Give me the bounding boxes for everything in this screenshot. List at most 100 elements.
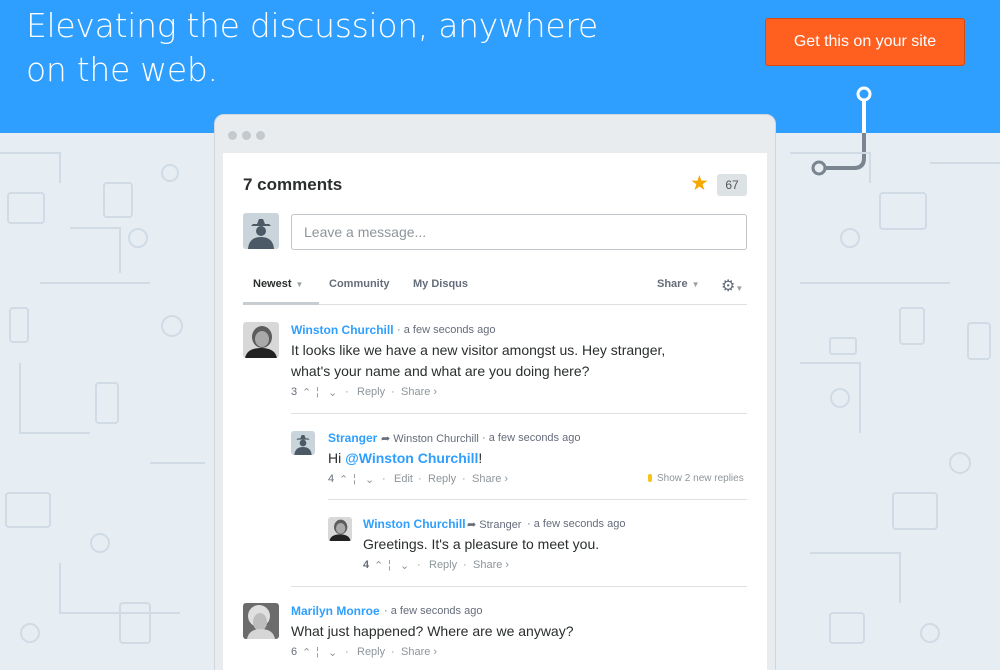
reply-link[interactable]: Reply [429, 559, 457, 571]
message-input[interactable] [291, 214, 747, 250]
divider [328, 499, 747, 500]
share-link[interactable]: Share › [401, 386, 437, 398]
avatar[interactable] [243, 603, 279, 639]
vote-divider: ¦ [353, 473, 356, 485]
vote-count: 6 [291, 646, 298, 658]
chevron-down-icon: ▼ [735, 284, 744, 293]
comment-footer: 4 ⌃ ¦ ⌄ · Edit · Reply · Share › [328, 473, 628, 487]
vote-divider: ¦ [316, 386, 319, 398]
dot-separator: · [382, 473, 386, 485]
dot-separator: · [345, 646, 349, 658]
reply-link[interactable]: Reply [428, 473, 456, 485]
dot-separator: · [463, 559, 467, 571]
vote-count: 4 [328, 473, 335, 485]
comment-time: a few seconds ago [403, 324, 496, 336]
chevron-down-icon: ▼ [691, 280, 700, 289]
avatar[interactable] [291, 431, 315, 455]
chevron-down-icon: ▼ [295, 280, 304, 289]
comment-author[interactable]: Stranger [328, 431, 377, 445]
comment: Stranger ➦ Winston Churchill · a few sec… [328, 431, 747, 491]
reply-arrow-icon: ➦ [467, 519, 477, 531]
comment-footer: 6 ⌃ ¦ ⌄ · Reply · Share › [291, 646, 591, 660]
tab-my-disqus[interactable]: My Disqus [413, 278, 468, 290]
share-link[interactable]: Share › [473, 559, 509, 571]
share-menu[interactable]: Share ▼ [657, 278, 700, 290]
sort-tabs: Newest ▼ Community My Disqus Share ▼ ⚙▼ [243, 271, 747, 305]
comment: Winston Churchill ➦ Stranger · a few sec… [363, 517, 747, 577]
avatar[interactable] [243, 322, 279, 358]
share-link[interactable]: Share › [472, 473, 508, 485]
comment-timestamp[interactable]: · a few seconds ago [397, 324, 495, 336]
comment-footer: 4 ⌃ ¦ ⌄ · Reply · Share › [363, 559, 663, 573]
share-label: Share [657, 278, 688, 290]
upvote-icon[interactable]: ⌃ [339, 473, 348, 486]
dot-separator: · [391, 386, 395, 398]
edit-link[interactable]: Edit [394, 473, 413, 485]
downvote-icon[interactable]: ⌄ [400, 559, 409, 572]
dot-separator: · [391, 646, 395, 658]
tab-community[interactable]: Community [329, 278, 390, 290]
reply-to-author: Winston Churchill [393, 433, 479, 445]
comment-time: a few seconds ago [488, 432, 581, 444]
new-replies-label: Show 2 new replies [657, 473, 744, 484]
comments-widget: 7 comments ★ 67 Newest▼ Community My Dis… [223, 153, 767, 670]
star-icon[interactable]: ★ [690, 173, 709, 195]
tab-newest[interactable]: Newest ▼ [253, 278, 303, 290]
divider [291, 413, 747, 414]
share-link[interactable]: Share › [401, 646, 437, 658]
gear-icon[interactable]: ⚙▼ [721, 276, 743, 296]
dot-separator: · [417, 559, 421, 571]
reply-to-author: Stranger [479, 519, 522, 531]
comment: Marilyn Monroe · a few seconds ago What … [291, 604, 747, 664]
window-dot [242, 131, 251, 140]
reply-arrow-icon: ➦ [381, 433, 391, 445]
get-this-on-your-site-button[interactable]: Get this on your site [765, 18, 965, 66]
reply-to[interactable]: ➦ Stranger [467, 518, 521, 531]
comment-footer: 3 ⌃ ¦ ⌄ · Reply · Share › [291, 386, 591, 400]
comment-text: Hi [328, 450, 346, 466]
comment-body: Greetings. It's a pleasure to meet you. [363, 536, 600, 552]
active-tab-indicator [243, 302, 319, 305]
dot-separator: · [462, 473, 466, 485]
comment-count: 7 comments [243, 175, 343, 194]
vote-divider: ¦ [388, 559, 391, 571]
reply-link[interactable]: Reply [357, 386, 385, 398]
window-controls [228, 131, 265, 140]
show-new-replies-link[interactable]: Show 2 new replies [648, 473, 744, 484]
comment-author[interactable]: Marilyn Monroe [291, 604, 380, 618]
upvote-icon[interactable]: ⌃ [374, 559, 383, 572]
comment-body: It looks like we have a new visitor amon… [291, 342, 666, 379]
vote-divider: ¦ [316, 646, 319, 658]
browser-window: 7 comments ★ 67 Newest▼ Community My Dis… [214, 114, 776, 670]
new-indicator [648, 474, 652, 482]
comment-timestamp[interactable]: · a few seconds ago [384, 605, 482, 617]
upvote-icon[interactable]: ⌃ [302, 386, 311, 399]
vote-count: 3 [291, 386, 298, 398]
avatar[interactable] [328, 517, 352, 541]
downvote-icon[interactable]: ⌄ [365, 473, 374, 486]
comment-timestamp[interactable]: · a few seconds ago [527, 518, 625, 530]
comment-body: Hi @Winston Churchill! [328, 448, 628, 469]
comment-body: What just happened? Where are we anyway? [291, 623, 574, 639]
window-dot [256, 131, 265, 140]
user-mention[interactable]: @Winston Churchill [345, 450, 478, 466]
dot-separator: · [418, 473, 422, 485]
comment-time: a few seconds ago [390, 605, 483, 617]
comment: Winston Churchill · a few seconds ago It… [291, 323, 747, 403]
hero-headline: Elevating the discussion, anywhere on th… [26, 6, 598, 89]
favorite-count[interactable]: 67 [717, 174, 747, 196]
current-user-avatar [243, 213, 279, 249]
tab-label: Newest [253, 278, 292, 290]
dot-separator: · [345, 386, 349, 398]
upvote-icon[interactable]: ⌃ [302, 646, 311, 659]
reply-to[interactable]: ➦ Winston Churchill [381, 432, 479, 445]
comment-text: ! [478, 450, 483, 466]
downvote-icon[interactable]: ⌄ [328, 646, 337, 659]
comment-timestamp[interactable]: · a few seconds ago [482, 432, 580, 444]
divider [291, 586, 747, 587]
comment-author[interactable]: Winston Churchill [291, 323, 394, 337]
reply-link[interactable]: Reply [357, 646, 385, 658]
comment-author[interactable]: Winston Churchill [363, 517, 466, 531]
downvote-icon[interactable]: ⌄ [328, 386, 337, 399]
comment-time: a few seconds ago [533, 518, 626, 530]
